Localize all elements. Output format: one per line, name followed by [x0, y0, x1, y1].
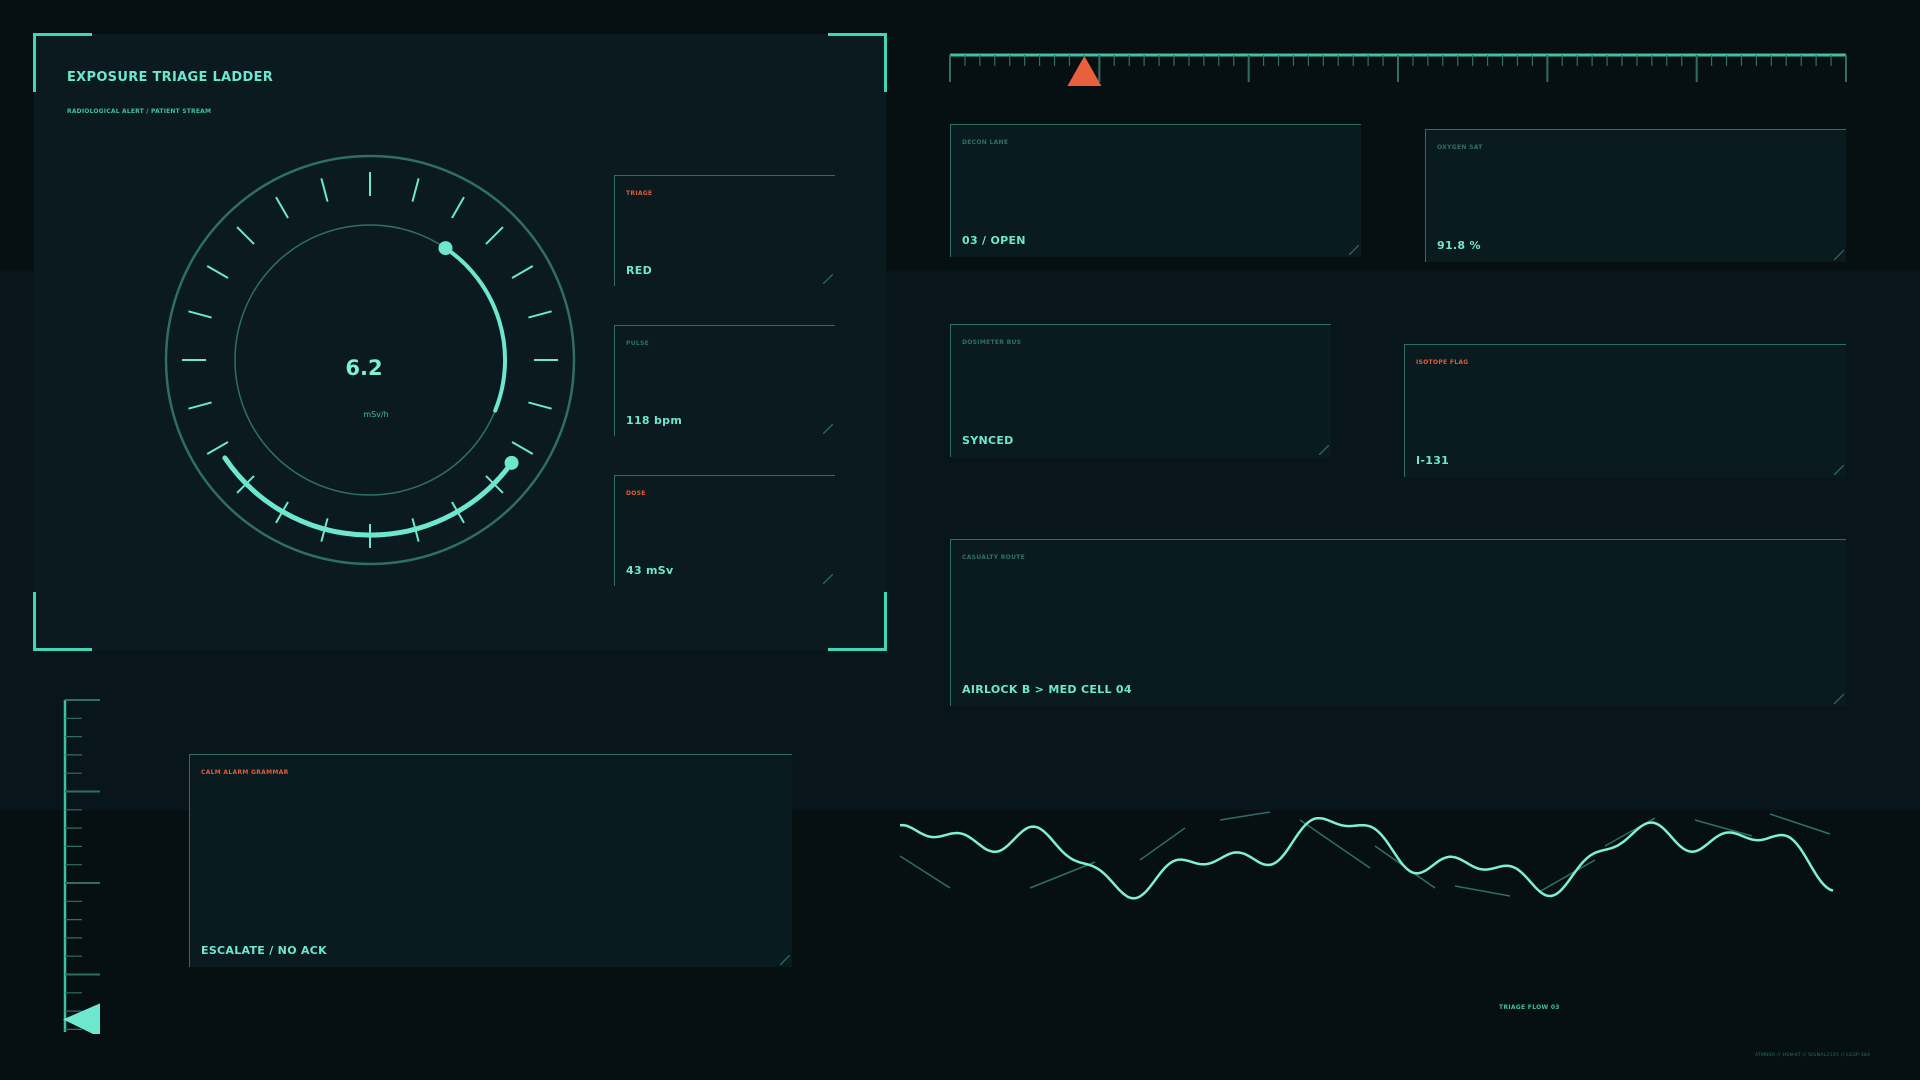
gauge-arc-lower [222, 455, 515, 538]
waveform-line [899, 816, 1834, 900]
card-label: OXYGEN SAT [1437, 144, 1483, 151]
exposure-panel: EXPOSURE TRIAGE LADDER RADIOLOGICAL ALER… [33, 33, 887, 651]
gauge-tick [511, 265, 534, 279]
waveform-segment [1029, 861, 1096, 889]
card-label: CASUALTY ROUTE [962, 554, 1026, 561]
card-value: I-131 [1416, 454, 1450, 467]
gauge-handle-upper[interactable] [438, 241, 453, 256]
readout-label: PULSE [626, 340, 650, 347]
waveform-segment [1219, 811, 1271, 821]
corner-notch-icon [1834, 250, 1844, 260]
timeline-marker-icon[interactable] [1067, 56, 1102, 86]
triage-waveform [899, 811, 1834, 900]
readout-triage[interactable]: TRIAGE RED [614, 175, 835, 286]
corner-notch-icon [823, 424, 833, 434]
corner-notch-icon [1319, 445, 1329, 455]
readout-value: RED [626, 264, 653, 277]
corner-notch-icon [1834, 694, 1844, 704]
waveform-segment [1139, 827, 1186, 861]
gauge-tick [206, 265, 229, 279]
gauge-tick [528, 401, 552, 410]
corner-notch-icon [823, 274, 833, 284]
waveform-segment [1538, 859, 1596, 893]
gauge-tick [411, 178, 420, 202]
waveform-segment [1454, 885, 1511, 897]
gauge-tick [451, 196, 465, 219]
readout-pulse[interactable]: PULSE 118 bpm [614, 325, 835, 436]
gauge-tick [275, 196, 289, 219]
waveform-segment [899, 855, 951, 889]
waveform-segment [1299, 819, 1371, 869]
readout-label: DOSE [626, 490, 646, 497]
gauge-tick [528, 310, 552, 319]
card-label: ISOTOPE FLAG [1416, 359, 1469, 366]
card-value: 03 / OPEN [962, 234, 1026, 247]
casualty-route-card[interactable]: CASUALTY ROUTE AIRLOCK B > MED CELL 04 [950, 539, 1846, 706]
gauge-handle-lower[interactable] [504, 455, 519, 470]
card-label: DECON LANE [962, 139, 1009, 146]
calm-alarm-card[interactable]: CALM ALARM GRAMMAR ESCALATE / NO ACK [189, 754, 792, 967]
waveform-label: TRIAGE FLOW 03 [1499, 1004, 1560, 1011]
corner-notch-icon [823, 574, 833, 584]
gauge-value: 6.2 [345, 356, 383, 380]
gauge-tick [320, 178, 329, 202]
gauge-tick [236, 226, 255, 245]
card-label: DOSIMETER BUS [962, 339, 1022, 346]
readout-value: 43 mSv [626, 564, 674, 577]
readout-label: TRIAGE [626, 190, 653, 197]
vertical-scale[interactable] [60, 698, 110, 1034]
footer-meta: ATMNSR // HSN-KT // SIGNAL2145 // LGSP-3… [1755, 1053, 1871, 1058]
gauge-tick [188, 310, 212, 319]
dosimeter-bus-card[interactable]: DOSIMETER BUS SYNCED [950, 324, 1331, 457]
readout-dose[interactable]: DOSE 43 mSv [614, 475, 835, 586]
timeline-ruler[interactable] [948, 50, 1848, 90]
gauge-tick [511, 441, 534, 455]
gauge-unit: mSv/h [363, 410, 389, 419]
oxygen-sat-card[interactable]: OXYGEN SAT 91.8 % [1425, 129, 1846, 262]
vertical-scale-ticks [65, 699, 100, 1030]
readout-value: 118 bpm [626, 414, 683, 427]
corner-notch-icon [780, 955, 790, 965]
gauge-arc-upper [443, 246, 507, 413]
gauge-tick [206, 441, 229, 455]
gauge-tick [485, 226, 504, 245]
waveform-segment [1769, 813, 1831, 835]
card-value: SYNCED [962, 434, 1014, 447]
card-value: ESCALATE / NO ACK [201, 944, 327, 957]
card-value: 91.8 % [1437, 239, 1481, 252]
decon-lane-card[interactable]: DECON LANE 03 / OPEN [950, 124, 1361, 257]
corner-notch-icon [1349, 245, 1359, 255]
corner-notch-icon [1834, 465, 1844, 475]
gauge-tick [188, 401, 212, 410]
card-value: AIRLOCK B > MED CELL 04 [962, 683, 1132, 696]
isotope-flag-card[interactable]: ISOTOPE FLAG I-131 [1404, 344, 1846, 477]
card-label: CALM ALARM GRAMMAR [201, 769, 289, 776]
